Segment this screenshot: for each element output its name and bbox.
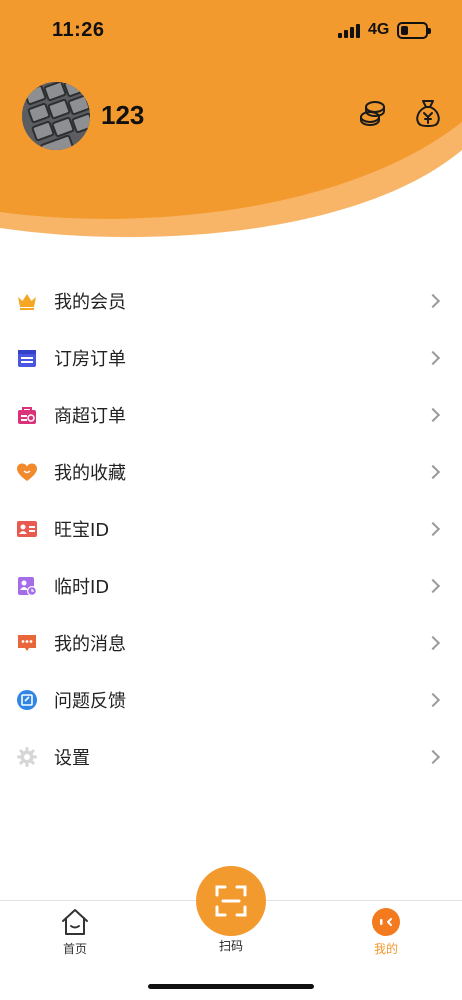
chevron-right-icon [425, 578, 441, 593]
chevron-right-icon [425, 407, 441, 422]
menu-item-temp-id[interactable]: 临时ID [0, 557, 462, 614]
status-bar: 11:26 4G [0, 0, 462, 60]
network-type: 4G [368, 21, 390, 38]
shopping-bag-icon [16, 404, 38, 426]
id-card-icon [16, 518, 38, 540]
menu-item-favorites[interactable]: 我的收藏 [0, 443, 462, 500]
signal-icon [338, 24, 362, 38]
tab-home[interactable]: 首页 [35, 907, 115, 957]
coins-icon[interactable] [358, 98, 388, 128]
menu-item-messages[interactable]: 我的消息 [0, 614, 462, 671]
menu-label: 我的消息 [54, 633, 126, 655]
chevron-right-icon [425, 749, 441, 764]
chevron-right-icon [425, 635, 441, 650]
menu-item-wangbao-id[interactable]: 旺宝ID [0, 500, 462, 557]
feedback-icon [16, 689, 38, 711]
scan-icon [215, 885, 247, 917]
chevron-right-icon [425, 692, 441, 707]
tab-mine[interactable]: 我的 [346, 907, 426, 957]
calendar-icon [16, 347, 38, 369]
home-indicator [148, 984, 314, 989]
profile-face-icon [372, 908, 400, 936]
chevron-right-icon [425, 521, 441, 536]
menu-item-market-orders[interactable]: 商超订单 [0, 386, 462, 443]
temp-id-icon [16, 575, 38, 597]
battery-icon [397, 22, 431, 39]
avatar[interactable] [22, 82, 90, 150]
menu-item-membership[interactable]: 我的会员 [0, 272, 462, 329]
menu-label: 我的会员 [54, 291, 126, 313]
menu-list: 我的会员 订房订单 商超订单 我的收藏 旺宝ID 临时ID 我的消息 问题反馈 … [0, 272, 462, 785]
tab-home-label: 首页 [62, 942, 87, 956]
home-icon [62, 909, 88, 935]
chevron-right-icon [425, 350, 441, 365]
chevron-right-icon [425, 293, 441, 308]
heart-icon [16, 461, 38, 483]
menu-item-room-orders[interactable]: 订房订单 [0, 329, 462, 386]
menu-label: 旺宝ID [54, 519, 110, 541]
status-time: 11:26 [52, 19, 105, 41]
chevron-right-icon [425, 464, 441, 479]
money-bag-icon[interactable] [413, 98, 443, 128]
username: 123 [101, 100, 145, 130]
menu-label: 商超订单 [54, 405, 126, 427]
message-icon [16, 632, 38, 654]
scan-button[interactable] [196, 866, 266, 936]
menu-item-feedback[interactable]: 问题反馈 [0, 671, 462, 728]
menu-label: 临时ID [54, 576, 110, 598]
menu-label: 设置 [54, 747, 90, 769]
menu-label: 我的收藏 [54, 462, 126, 484]
gear-icon [16, 746, 38, 768]
tab-mine-label: 我的 [373, 942, 398, 956]
menu-label: 问题反馈 [54, 690, 126, 712]
crown-icon [16, 290, 38, 312]
menu-item-settings[interactable]: 设置 [0, 728, 462, 785]
scan-label: 扫码 [218, 939, 243, 953]
menu-label: 订房订单 [54, 348, 126, 370]
